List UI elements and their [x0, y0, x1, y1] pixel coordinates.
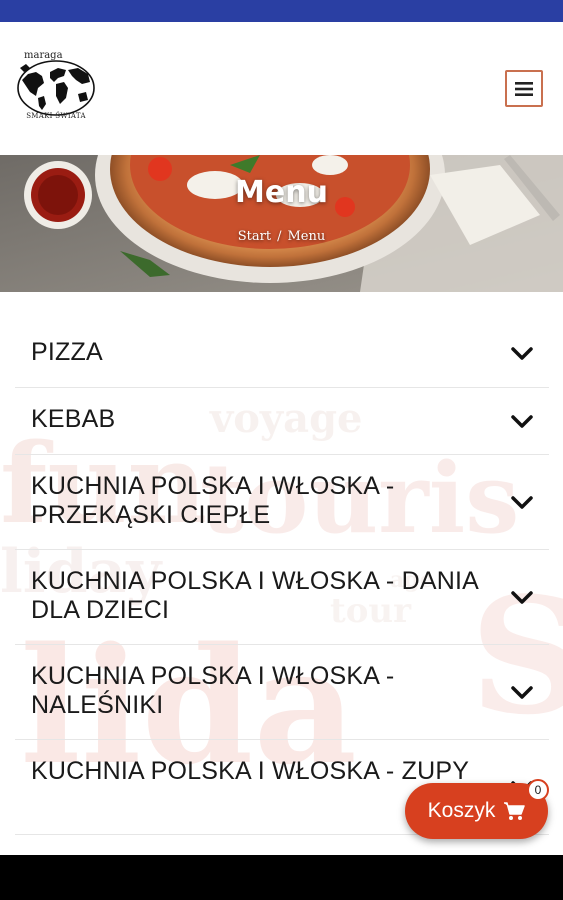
chevron-down-icon[interactable] — [511, 686, 533, 700]
system-navigation-bar — [0, 855, 563, 900]
breadcrumb-home-link[interactable]: Start — [238, 229, 271, 244]
menu-toggle-button[interactable] — [505, 70, 543, 107]
site-header: maraga SMAKI ŚWIATA — [0, 22, 563, 155]
hamburger-icon — [515, 81, 533, 96]
menu-accordion: PIZZA KEBAB KUCHNIA POLSKA I WŁOSKA - PR… — [15, 320, 549, 835]
cart-label: Koszyk — [427, 799, 496, 822]
chevron-down-icon[interactable] — [511, 591, 533, 605]
menu-category-label: KEBAB — [31, 405, 116, 433]
menu-category-label: KUCHNIA POLSKA I WŁOSKA - ZUPY — [31, 757, 470, 785]
cart-icon — [504, 802, 526, 820]
menu-category-label: KUCHNIA POLSKA I WŁOSKA - PRZEKĄSKI CIEP… — [31, 472, 395, 529]
hero-banner: Menu Start / Menu — [0, 155, 563, 292]
cart-count-badge: 0 — [527, 779, 549, 801]
logo-subtitle: SMAKI ŚWIATA — [26, 112, 86, 120]
menu-category-pizza[interactable]: PIZZA — [15, 320, 549, 388]
menu-content: fun touris liday lida S voyage tour age … — [0, 292, 563, 855]
status-bar — [0, 0, 563, 22]
menu-category-label: KUCHNIA POLSKA I WŁOSKA - DANIA DLA DZIE… — [31, 567, 478, 624]
cart-button[interactable]: Koszyk 0 — [405, 779, 549, 839]
menu-category-kebab[interactable]: KEBAB — [15, 388, 549, 455]
chevron-down-icon[interactable] — [511, 415, 533, 429]
menu-category-dania-dla-dzieci[interactable]: KUCHNIA POLSKA I WŁOSKA - DANIA DLA DZIE… — [15, 550, 549, 645]
chevron-down-icon[interactable] — [511, 496, 533, 510]
menu-category-nalesniki[interactable]: KUCHNIA POLSKA I WŁOSKA - NALEŚNIKI — [15, 645, 549, 740]
breadcrumb-current: Menu — [287, 229, 326, 244]
chevron-down-icon[interactable] — [511, 347, 533, 361]
breadcrumb: Start / Menu — [0, 229, 563, 244]
logo[interactable]: maraga SMAKI ŚWIATA — [14, 50, 98, 122]
menu-category-label: KUCHNIA POLSKA I WŁOSKA - NALEŚNIKI — [31, 662, 395, 719]
breadcrumb-separator: / — [277, 229, 282, 244]
page-title: Menu — [235, 175, 328, 210]
menu-category-label: PIZZA — [31, 338, 103, 366]
menu-category-przekaski[interactable]: KUCHNIA POLSKA I WŁOSKA - PRZEKĄSKI CIEP… — [15, 455, 549, 550]
